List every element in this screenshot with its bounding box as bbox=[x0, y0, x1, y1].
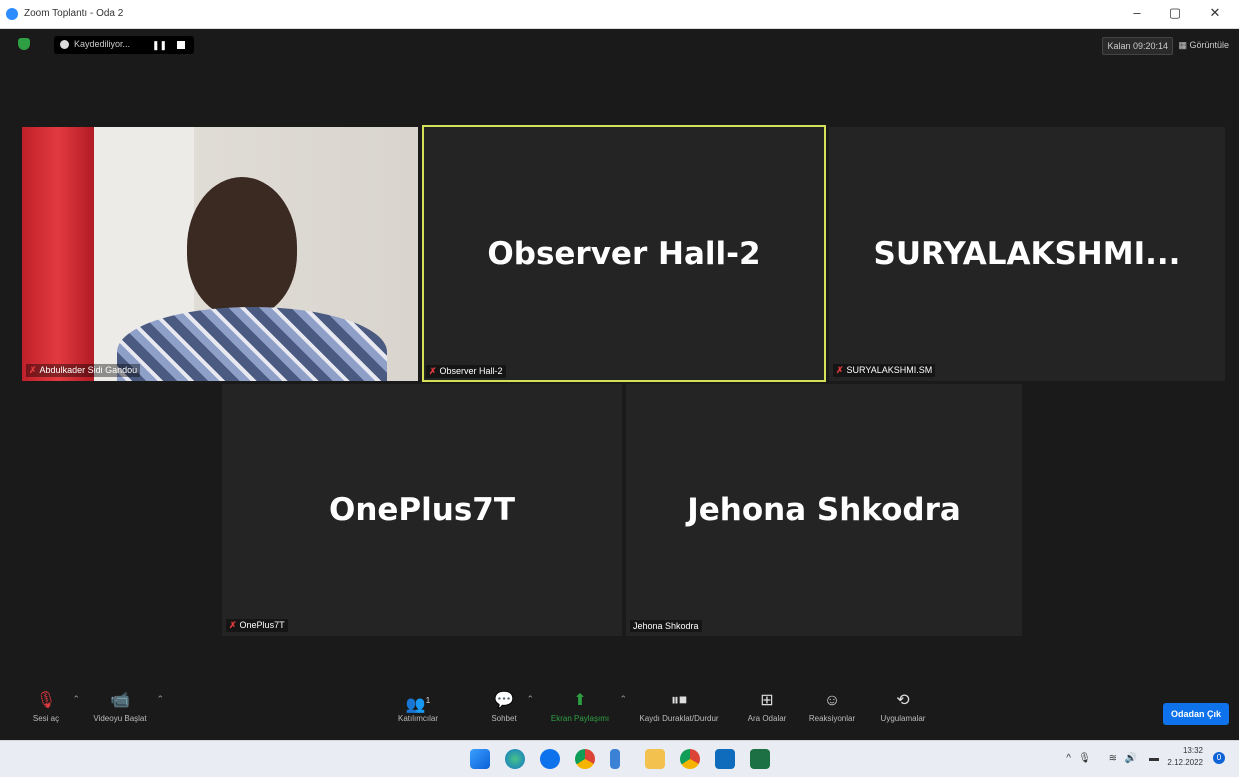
participant-name: Observer Hall-2 bbox=[439, 366, 503, 376]
reactions-button[interactable]: ☺ Reaksiyonlar bbox=[804, 688, 860, 738]
participant-count: 1 bbox=[425, 696, 431, 705]
record-pause-stop-button[interactable]: ⏸⏹ Kaydı Duraklat/Durdur bbox=[628, 688, 730, 738]
participant-display-name: Observer Hall-2 bbox=[487, 235, 761, 272]
participants-button[interactable]: 👥1 Katılımcılar bbox=[388, 688, 448, 738]
reactions-icon: ☺ bbox=[823, 692, 841, 709]
mic-muted-icon: ✗ bbox=[229, 620, 237, 630]
view-button[interactable]: ▦ Görüntüle bbox=[1178, 37, 1229, 53]
meeting-toolbar: 🎙 Sesi aç ⌃ 📹 Videoyu Başlat ⌃ 👥1 Katılı… bbox=[0, 688, 1239, 738]
grid-view-icon: ▦ bbox=[1178, 40, 1187, 50]
edge-icon[interactable] bbox=[505, 749, 525, 769]
share-screen-label: Ekran Paylaşımı bbox=[550, 714, 610, 723]
window-title: Zoom Toplantı - Oda 2 bbox=[24, 8, 124, 19]
battery-icon[interactable]: ▬ bbox=[1149, 753, 1159, 764]
participant-display-name: OnePlus7T bbox=[328, 492, 516, 528]
camera-off-icon: 📹 bbox=[110, 692, 130, 709]
mic-muted-icon: ✗ bbox=[429, 366, 437, 376]
apps-icon: ⟲ bbox=[896, 692, 910, 709]
breakout-rooms-button[interactable]: ⊞ Ara Odalar bbox=[742, 688, 792, 738]
participant-display-name: SURYALAKSHMI... bbox=[873, 236, 1181, 272]
clock[interactable]: 13:32 2.12.2022 bbox=[1167, 745, 1203, 769]
microphone-tray-icon[interactable]: 🎙 bbox=[1078, 753, 1091, 764]
unmute-label: Sesi aç bbox=[32, 714, 60, 723]
meeting-info-bar: Kaydediliyor... ❚❚ Kalan 09:20:14 ▦ Görü… bbox=[8, 33, 1231, 57]
pause-recording-icon[interactable]: ❚❚ bbox=[152, 40, 167, 51]
chrome-2-icon[interactable] bbox=[680, 749, 700, 769]
security-shield-icon[interactable] bbox=[18, 38, 30, 50]
wifi-icon[interactable]: ≋ bbox=[1109, 753, 1117, 764]
chevron-up-icon[interactable]: ⌃ bbox=[72, 694, 80, 705]
apps-button[interactable]: ⟲ Uygulamalar bbox=[872, 688, 934, 738]
remaining-time: Kalan 09:20:14 bbox=[1102, 37, 1173, 55]
chat-label: Sohbet bbox=[491, 714, 517, 723]
breakout-rooms-icon: ⊞ bbox=[760, 692, 774, 709]
chat-icon: 💬 bbox=[494, 692, 514, 709]
participant-display-name: Jehona Shkodra bbox=[687, 492, 961, 528]
recording-dot-icon bbox=[60, 40, 69, 49]
participant-tile-jehona[interactable]: Jehona Shkodra Jehona Shkodra bbox=[626, 384, 1022, 636]
share-screen-button[interactable]: ⬆ Ekran Paylaşımı ⌃ bbox=[545, 688, 627, 738]
share-screen-icon: ⬆ bbox=[573, 692, 587, 709]
close-button[interactable]: ✕ bbox=[1205, 5, 1225, 21]
title-bar: Zoom Toplantı - Oda 2 – ▢ ✕ bbox=[0, 0, 1239, 29]
chevron-up-icon[interactable]: ⌃ bbox=[619, 694, 627, 705]
participant-name-tag: ✗ SURYALAKSHMI.SM bbox=[833, 364, 936, 377]
participants-glyph: 👥 bbox=[405, 696, 426, 714]
show-hidden-icons-icon[interactable]: ^ bbox=[1066, 753, 1071, 764]
participant-name-tag: ✗ Abdulkader Sidi Gandou bbox=[26, 364, 141, 377]
participant-name-tag: ✗ OnePlus7T bbox=[226, 619, 288, 632]
record-label: Kaydı Duraklat/Durdur bbox=[639, 714, 719, 723]
unmute-button[interactable]: 🎙 Sesi aç ⌃ bbox=[24, 688, 80, 738]
volume-icon[interactable]: 🔊 bbox=[1125, 753, 1137, 764]
participant-name: Jehona Shkodra bbox=[633, 621, 699, 631]
record-icon: ⏸⏹ bbox=[670, 692, 687, 709]
windows-start-icon[interactable] bbox=[470, 749, 490, 769]
chevron-up-icon[interactable]: ⌃ bbox=[156, 694, 164, 705]
participant-name-tag: ✗ Observer Hall-2 bbox=[426, 365, 506, 378]
chrome-icon[interactable] bbox=[575, 749, 595, 769]
mic-muted-icon: ✗ bbox=[836, 365, 844, 375]
apps-label: Uygulamalar bbox=[880, 714, 926, 723]
view-label: Görüntüle bbox=[1189, 40, 1229, 50]
leave-room-button[interactable]: Odadan Çık bbox=[1162, 703, 1229, 725]
background-curtain bbox=[22, 127, 94, 381]
reactions-label: Reaksiyonlar bbox=[808, 714, 856, 723]
start-video-label: Videoyu Başlat bbox=[93, 714, 147, 723]
participants-label: Katılımcılar bbox=[397, 714, 438, 723]
participant-tile-suryalakshmi[interactable]: SURYALAKSHMI... ✗ SURYALAKSHMI.SM bbox=[829, 127, 1225, 381]
zoom-taskbar-icon[interactable] bbox=[540, 749, 560, 769]
participant-tile-video[interactable]: ✗ Abdulkader Sidi Gandou bbox=[22, 127, 418, 381]
participant-tile-oneplus[interactable]: OnePlus7T ✗ OnePlus7T bbox=[222, 384, 622, 636]
participant-video-head bbox=[187, 177, 297, 317]
participant-name-tag: Jehona Shkodra bbox=[630, 620, 702, 632]
microphone-muted-icon: 🎙 bbox=[35, 692, 57, 709]
participant-tile-observer[interactable]: Observer Hall-2 ✗ Observer Hall-2 bbox=[422, 125, 826, 382]
notification-badge[interactable]: 0 bbox=[1213, 752, 1225, 764]
clock-time: 13:32 bbox=[1182, 746, 1203, 755]
chevron-up-icon[interactable]: ⌃ bbox=[526, 694, 534, 705]
breakout-rooms-label: Ara Odalar bbox=[747, 714, 787, 723]
clock-date: 2.12.2022 bbox=[1167, 758, 1203, 767]
participant-name: Abdulkader Sidi Gandou bbox=[39, 365, 138, 375]
excel-icon[interactable] bbox=[750, 749, 770, 769]
recording-label: Kaydediliyor... bbox=[74, 39, 131, 49]
restore-button[interactable]: ▢ bbox=[1165, 5, 1185, 21]
windows-taskbar: ^ 🎙 ≋ 🔊 ▬ 13:32 2.12.2022 0 bbox=[0, 740, 1239, 777]
zoom-app-icon bbox=[6, 8, 18, 20]
file-explorer-icon[interactable] bbox=[610, 749, 620, 769]
start-video-button[interactable]: 📹 Videoyu Başlat ⌃ bbox=[88, 688, 164, 738]
participant-name: OnePlus7T bbox=[239, 620, 285, 630]
recording-indicator: Kaydediliyor... ❚❚ bbox=[54, 36, 194, 54]
mic-muted-icon: ✗ bbox=[29, 365, 37, 375]
chat-button[interactable]: 💬 Sohbet ⌃ bbox=[486, 688, 534, 738]
stop-recording-icon[interactable] bbox=[177, 41, 185, 49]
participant-name: SURYALAKSHMI.SM bbox=[846, 365, 933, 375]
minimize-button[interactable]: – bbox=[1127, 5, 1147, 20]
folder-icon[interactable] bbox=[645, 749, 665, 769]
participants-icon: 👥1 bbox=[388, 688, 448, 714]
outlook-icon[interactable] bbox=[715, 749, 735, 769]
